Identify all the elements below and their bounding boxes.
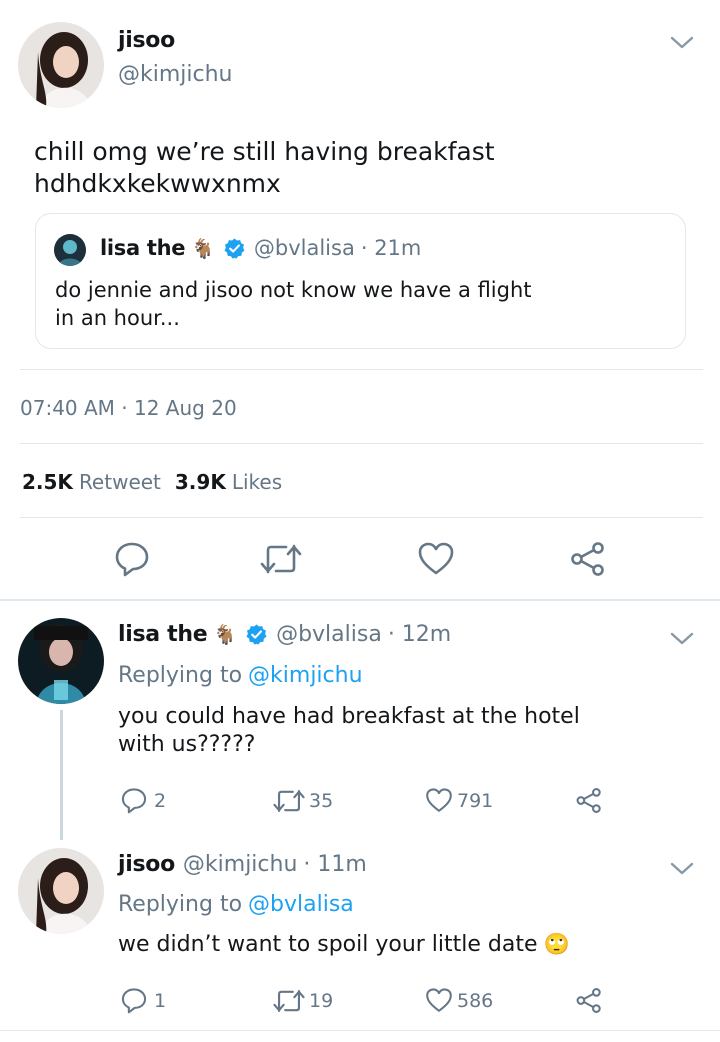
reply-text-line-1: you could have had breakfast at the hote… [118,704,580,729]
share-icon[interactable] [575,787,603,814]
share-icon[interactable] [569,541,607,577]
retweet-icon[interactable] [258,542,304,576]
like-count: 791 [457,789,494,812]
divider [20,369,703,370]
main-tweet-author-name[interactable]: jisoo [118,28,175,53]
eye-roll-emoji: 🙄 [543,932,570,956]
reply-count: 2 [154,789,167,812]
reply-author-name[interactable]: jisoo [118,852,175,877]
reply-icon[interactable] [113,541,151,577]
reply-author-handle[interactable]: @kimjichu [183,852,298,877]
tweet-stats: 2.5K Retweet 3.9K Likes [22,470,282,494]
chevron-down-icon[interactable] [668,32,696,52]
like-icon [425,987,453,1014]
reply-author-handle[interactable]: @bvlalisa [276,622,382,647]
main-tweet-author-handle[interactable]: @kimjichu [118,62,233,87]
verified-icon [223,237,246,260]
quoted-tweet-card[interactable]: lisa the 🐐 @bvlalisa · 21m do jennie and… [35,213,686,349]
goat-emoji: 🐐 [191,237,215,260]
main-tweet-text-line-2: hdhdkxkekwwxnmx [34,169,281,198]
quoted-tweet-avatar [54,234,86,266]
thread-connector-line [60,710,63,840]
avatar-jisoo[interactable] [18,848,104,934]
chevron-down-icon[interactable] [668,858,696,878]
like-icon [425,787,453,814]
verified-icon [245,623,268,646]
goat-emoji: 🐐 [213,624,238,646]
quoted-tweet-handle: @bvlalisa [253,236,355,260]
divider [20,517,703,518]
quoted-tweet-text: do jennie and jisoo not know we have a f… [55,276,532,332]
replying-to-link[interactable]: @bvlalisa [248,892,354,917]
like-count: 586 [457,989,494,1012]
replying-to-label: Replying to [118,892,243,917]
section-divider [0,599,720,601]
likes-label[interactable]: Likes [232,470,282,494]
reply-author-name[interactable]: lisa the [118,622,208,647]
retweet-action[interactable]: 35 [271,788,333,814]
chevron-down-icon[interactable] [668,628,696,648]
retweet-count: 19 [309,990,334,1012]
reply-time: · 11m [303,852,367,877]
retweets-label[interactable]: Retweet [79,470,161,494]
replying-to-label: Replying to [118,663,243,688]
reply-text-line-1: we didn’t want to spoil your little date [118,932,538,957]
replying-to-link[interactable]: @kimjichu [248,663,363,688]
reply-icon [120,787,148,814]
reply-text: you could have had breakfast at the hote… [118,703,580,759]
main-tweet-text-line-1: chill omg we’re still having breakfast [34,137,495,166]
quoted-tweet-author-name: lisa the [100,236,186,260]
reply-action[interactable]: 2 [120,787,166,814]
reply-icon [120,987,148,1014]
reply-action[interactable]: 1 [120,987,166,1014]
bottom-divider [0,1030,720,1031]
like-icon[interactable] [417,541,455,577]
avatar-image [18,848,104,934]
like-action[interactable]: 586 [425,987,493,1014]
quoted-tweet-text-line-1: do jennie and jisoo not know we have a f… [55,278,532,302]
retweet-icon [271,788,307,814]
retweet-action[interactable]: 19 [271,988,333,1014]
reply-text-line-2: with us????? [118,732,256,757]
retweet-icon [271,988,307,1014]
main-tweet-text: chill omg we’re still having breakfast h… [34,136,495,200]
avatar-jisoo[interactable] [18,22,104,108]
divider [20,443,703,444]
avatar-image [18,618,104,704]
reply-text: we didn’t want to spoil your little date… [118,932,570,957]
tweet-timestamp[interactable]: 07:40 AM · 12 Aug 20 [20,396,237,420]
avatar-image [18,22,104,108]
like-action[interactable]: 791 [425,787,493,814]
share-icon[interactable] [575,987,603,1014]
reply-count: 1 [154,989,167,1012]
likes-count[interactable]: 3.9K [175,470,226,494]
quoted-tweet-text-line-2: in an hour... [55,306,180,330]
retweet-count: 35 [309,790,334,812]
quoted-tweet-time: · 21m [360,236,422,260]
retweets-count[interactable]: 2.5K [22,470,73,494]
avatar-lisa[interactable] [18,618,104,704]
reply-time: · 12m [387,622,452,647]
